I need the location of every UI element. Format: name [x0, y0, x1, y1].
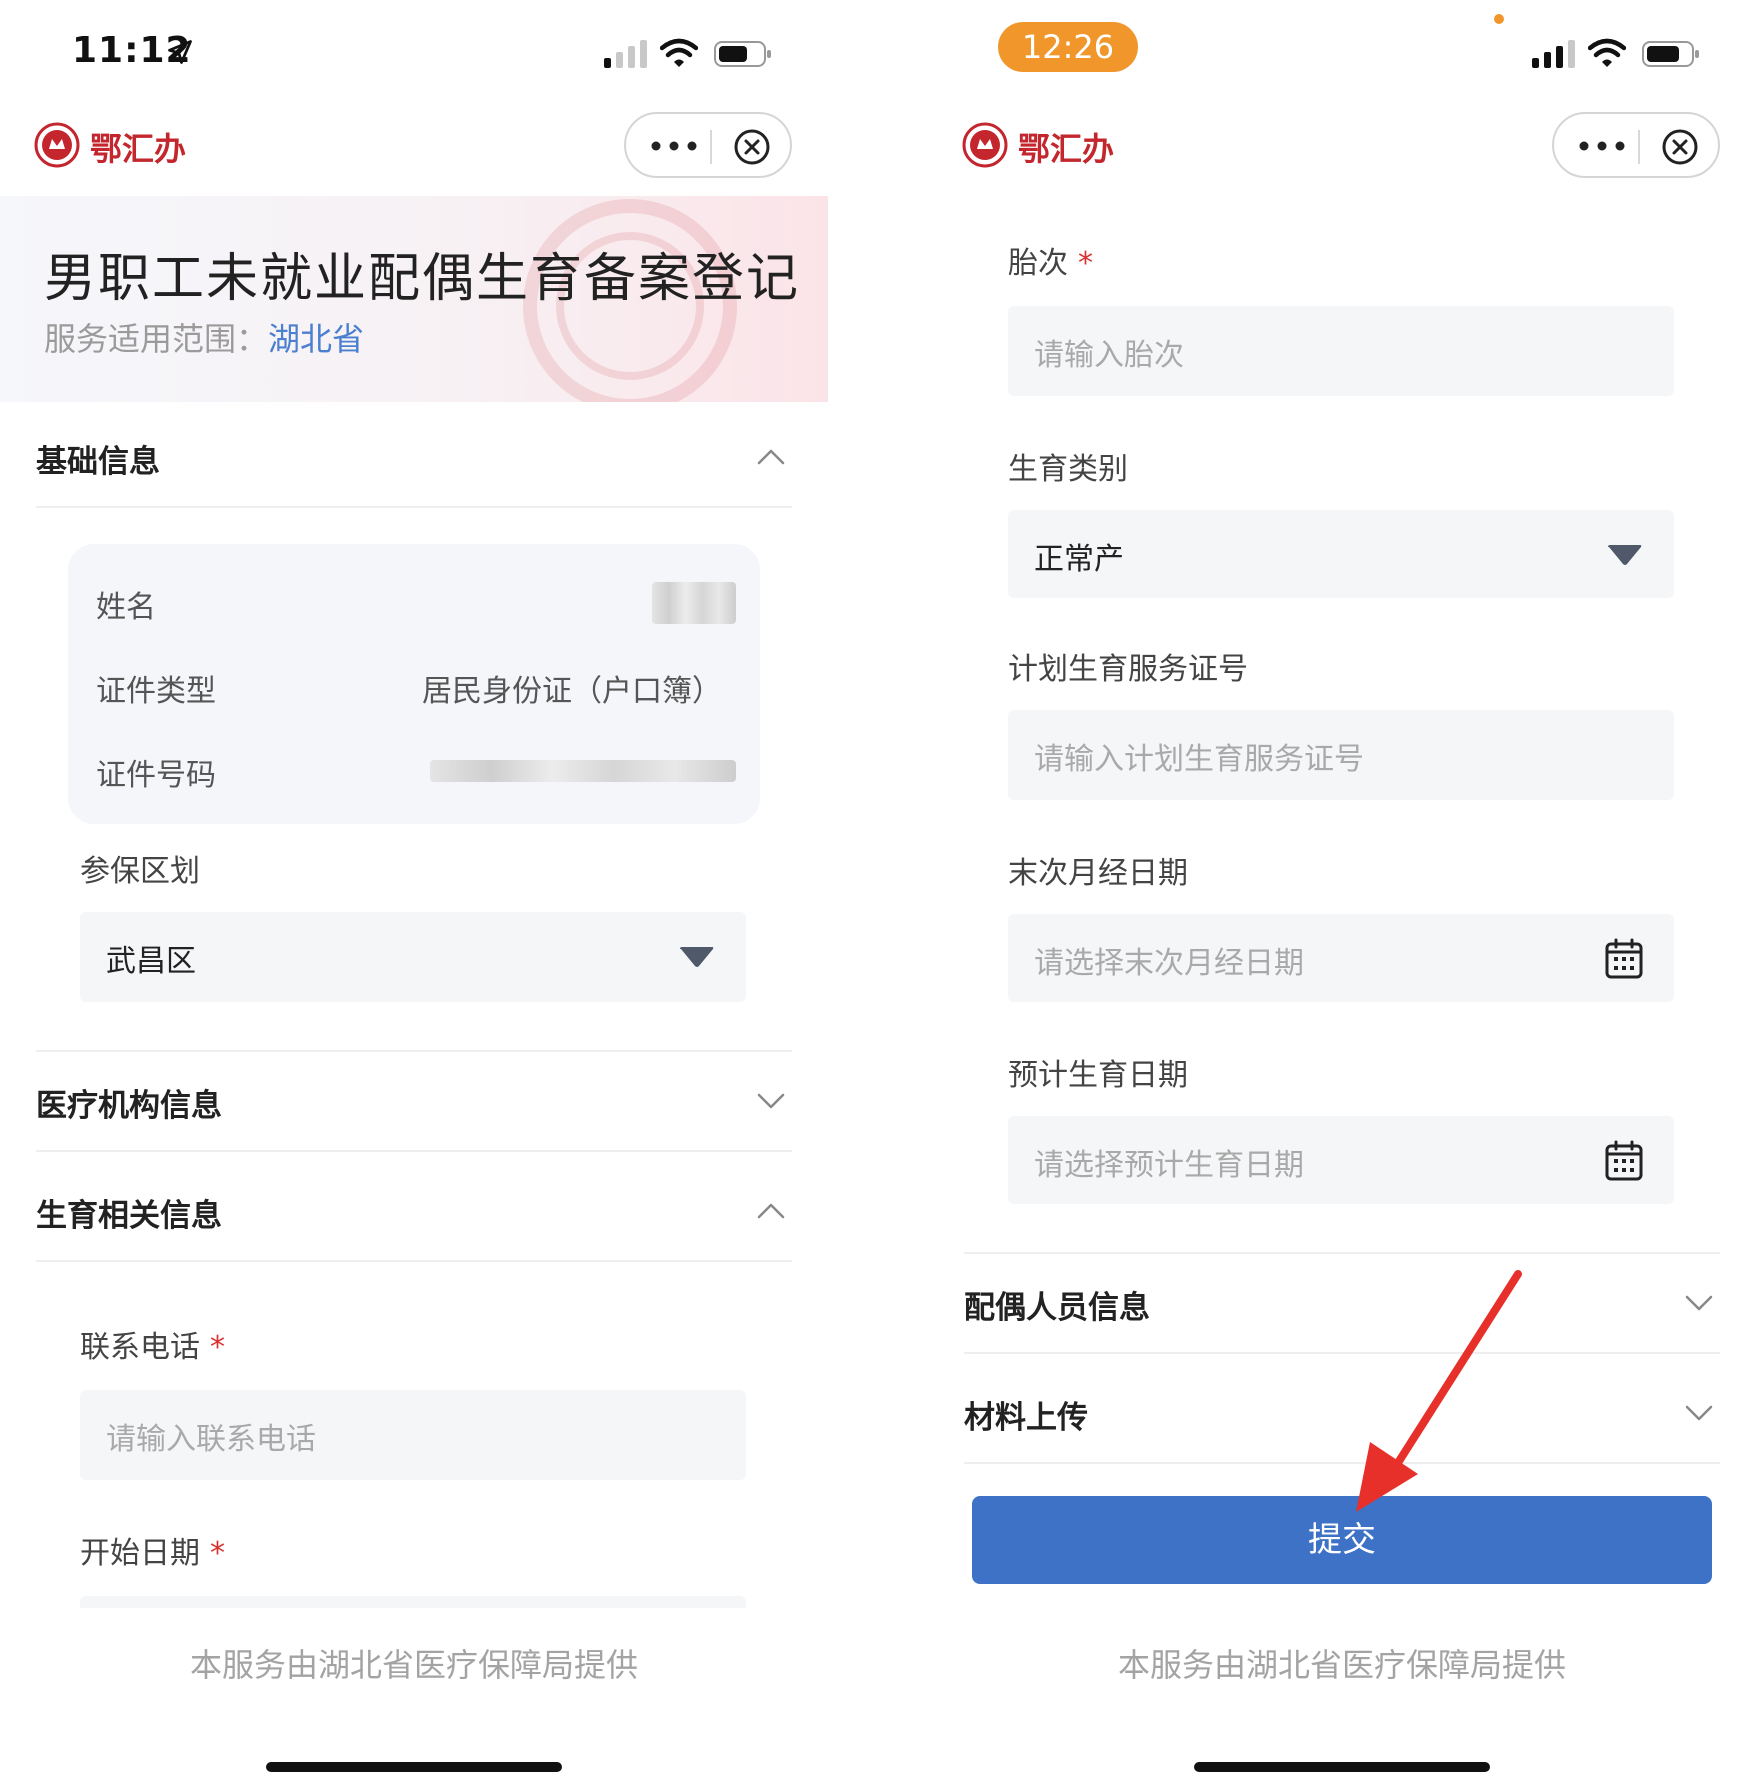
service-hero-banner: 男职工未就业配偶生育备案登记 服务适用范围：湖北省 — [0, 196, 828, 402]
pregnancy-count-label: 胎次 * — [1008, 238, 1093, 282]
calendar-icon[interactable] — [1604, 938, 1644, 980]
label-text: 开始日期 — [80, 1536, 200, 1571]
page-title: 男职工未就业配偶生育备案登记 — [44, 249, 801, 309]
wifi-icon — [1588, 38, 1626, 67]
label-text: 联系电话 — [80, 1330, 200, 1365]
section-basic-info[interactable]: 基础信息 — [36, 408, 792, 508]
mini-program-capsule — [624, 112, 792, 178]
section-title: 基础信息 — [36, 444, 160, 480]
birth-type-select[interactable]: 正常产 — [1008, 510, 1674, 598]
insurance-region-select[interactable]: 武昌区 — [80, 912, 746, 1002]
submit-button[interactable]: 提交 — [972, 1496, 1712, 1584]
chevron-down-icon[interactable] — [1684, 1398, 1714, 1428]
pregnancy-count-input[interactable]: 请输入胎次 — [1008, 306, 1674, 396]
close-circle-icon[interactable] — [1660, 127, 1700, 167]
close-circle-icon[interactable] — [732, 127, 772, 167]
wifi-icon — [660, 38, 698, 67]
required-mark: * — [210, 1330, 225, 1365]
insurance-region-label: 参保区划 — [80, 854, 200, 889]
dropdown-caret-icon — [1608, 545, 1642, 565]
pregnancy-count-placeholder: 请输入胎次 — [1034, 338, 1184, 373]
contact-phone-input[interactable]: 请输入联系电话 — [80, 1390, 746, 1480]
label-text: 胎次 — [1008, 246, 1068, 281]
emblem-icon — [34, 122, 80, 168]
right-phone-screen: 12:26 鄂汇办 胎次 * 请输入胎次 生育类别 正常产 计划生育服务证号 请… — [928, 0, 1756, 1792]
info-label: 姓名 — [96, 590, 156, 625]
start-date-input[interactable] — [80, 1596, 746, 1608]
service-scope: 服务适用范围：湖北省 — [44, 314, 364, 360]
info-row-id-type: 证件类型 居民身份证（户口簿） — [96, 654, 736, 714]
app-header: 鄂汇办 — [928, 100, 1756, 196]
info-row-name: 姓名 — [96, 570, 736, 630]
info-label: 证件号码 — [96, 758, 216, 793]
info-row-id-number: 证件号码 — [96, 738, 736, 798]
contact-phone-placeholder: 请输入联系电话 — [106, 1422, 316, 1457]
dropdown-caret-icon — [680, 947, 714, 967]
home-indicator — [266, 1762, 562, 1772]
info-label: 证件类型 — [96, 674, 216, 709]
location-arrow-icon — [168, 40, 192, 64]
signal-icon — [1532, 40, 1575, 68]
section-spouse-info[interactable]: 配偶人员信息 — [964, 1254, 1720, 1354]
signal-icon — [604, 40, 647, 68]
service-provider-note: 本服务由湖北省医疗保障局提供 — [189, 1646, 638, 1684]
last-menstrual-date-picker[interactable]: 请选择末次月经日期 — [1008, 914, 1674, 1002]
section-material-upload[interactable]: 材料上传 — [964, 1364, 1720, 1464]
chevron-up-icon[interactable] — [756, 1196, 786, 1226]
last-menstrual-date-placeholder: 请选择末次月经日期 — [1034, 946, 1304, 981]
section-title: 配偶人员信息 — [964, 1290, 1150, 1326]
app-logo-text: 鄂汇办 — [90, 130, 187, 168]
battery-icon — [1642, 41, 1699, 67]
chevron-up-icon[interactable] — [756, 442, 786, 472]
required-mark: * — [210, 1536, 225, 1571]
calendar-icon[interactable] — [1604, 1140, 1644, 1182]
capsule-divider — [1638, 130, 1640, 164]
home-indicator — [1194, 1762, 1490, 1772]
insurance-region-value: 武昌区 — [106, 944, 196, 979]
info-value: 居民身份证（户口簿） — [422, 674, 722, 709]
start-date-label: 开始日期 * — [80, 1528, 225, 1572]
status-bar: 12:26 — [928, 0, 1756, 100]
more-dots-icon[interactable] — [1572, 128, 1632, 164]
left-phone-screen: 11:12 鄂汇办 男职工未就业配偶生育备案登记 服务适用范围：湖北省 基础信息… — [0, 0, 828, 1792]
section-title: 生育相关信息 — [36, 1198, 222, 1234]
section-title: 材料上传 — [964, 1400, 1088, 1436]
battery-icon — [714, 41, 771, 67]
family-planning-cert-label: 计划生育服务证号 — [1008, 652, 1248, 687]
basic-info-card: 姓名 证件类型 居民身份证（户口簿） 证件号码 — [68, 544, 760, 824]
redacted-id-value — [430, 760, 736, 782]
contact-phone-label: 联系电话 * — [80, 1322, 225, 1366]
expected-birth-date-label: 预计生育日期 — [1008, 1058, 1188, 1093]
emblem-icon — [962, 122, 1008, 168]
service-scope-label: 服务适用范围： — [44, 320, 269, 358]
status-bar: 11:12 — [0, 0, 828, 100]
app-logo-text: 鄂汇办 — [1018, 130, 1115, 168]
expected-birth-date-picker[interactable]: 请选择预计生育日期 — [1008, 1116, 1674, 1204]
section-maternity-info[interactable]: 生育相关信息 — [36, 1162, 792, 1262]
section-title: 医疗机构信息 — [36, 1088, 222, 1124]
expected-birth-date-placeholder: 请选择预计生育日期 — [1034, 1148, 1304, 1183]
service-provider-note: 本服务由湖北省医疗保障局提供 — [1117, 1646, 1566, 1684]
required-mark: * — [1078, 246, 1093, 281]
screen-gap — [828, 0, 928, 1792]
birth-type-value: 正常产 — [1034, 542, 1124, 577]
birth-type-label: 生育类别 — [1008, 452, 1128, 487]
app-header: 鄂汇办 — [0, 100, 828, 196]
chevron-down-icon[interactable] — [1684, 1288, 1714, 1318]
section-medical-institution[interactable]: 医疗机构信息 — [36, 1052, 792, 1152]
family-planning-cert-placeholder: 请输入计划生育服务证号 — [1034, 742, 1364, 777]
service-scope-value[interactable]: 湖北省 — [268, 320, 364, 358]
privacy-indicator-dot — [1494, 14, 1504, 24]
more-dots-icon[interactable] — [644, 128, 704, 164]
last-menstrual-date-label: 末次月经日期 — [1008, 856, 1188, 891]
capsule-divider — [710, 130, 712, 164]
chevron-down-icon[interactable] — [756, 1086, 786, 1116]
mini-program-capsule — [1552, 112, 1720, 178]
redacted-name-value — [652, 582, 736, 624]
family-planning-cert-input[interactable]: 请输入计划生育服务证号 — [1008, 710, 1674, 800]
status-time: 12:26 — [998, 22, 1138, 72]
